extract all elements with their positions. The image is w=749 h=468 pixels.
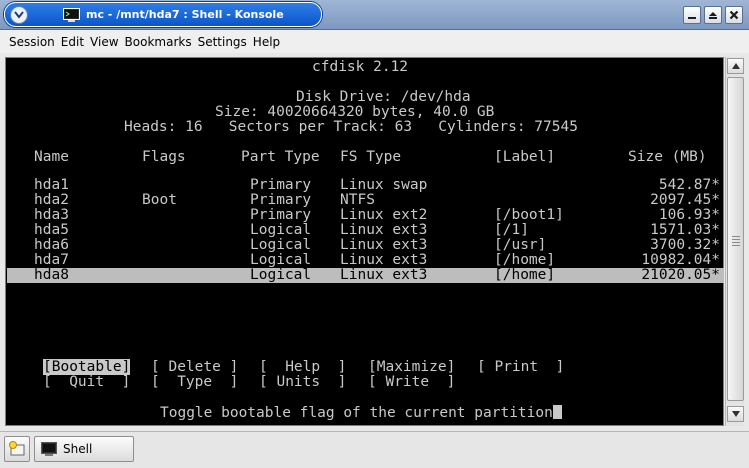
partition-fs-type[interactable]: Linux ext3 bbox=[340, 223, 427, 238]
minimize-icon bbox=[688, 17, 696, 19]
partition-flags[interactable]: Boot bbox=[142, 193, 177, 208]
partition-fs-type[interactable]: NTFS bbox=[340, 193, 375, 208]
window-title: mc - /mnt/hda7 : Shell - Konsole bbox=[86, 8, 284, 21]
partition-fs-type[interactable]: Linux swap bbox=[340, 178, 427, 193]
partition-label[interactable]: [/home] bbox=[494, 253, 555, 268]
window-menu-button[interactable] bbox=[10, 6, 28, 24]
tab-shell[interactable]: Shell bbox=[34, 436, 134, 462]
partition-part-type[interactable]: Logical bbox=[250, 223, 311, 238]
partition-label[interactable]: [/boot1] bbox=[494, 208, 564, 223]
units-button[interactable]: [ Units ] bbox=[259, 375, 346, 390]
help-button[interactable]: [ Help ] bbox=[259, 360, 346, 375]
header-label: [Label] bbox=[494, 149, 556, 165]
partition-part-type[interactable]: Primary bbox=[250, 193, 311, 208]
header-name: Name bbox=[34, 149, 69, 165]
header-size: Size (MB) bbox=[628, 149, 707, 165]
scroll-down-button[interactable] bbox=[727, 406, 744, 422]
partition-label[interactable]: [/usr] bbox=[494, 238, 546, 253]
header-fs-type: FS Type bbox=[340, 149, 402, 165]
partition-fs-type[interactable]: Linux ext3 bbox=[340, 238, 427, 253]
partition-name[interactable]: hda6 bbox=[34, 238, 69, 253]
maximize-icon bbox=[709, 12, 717, 19]
tab-shell-label: Shell bbox=[63, 442, 93, 456]
partition-name[interactable]: hda2 bbox=[34, 193, 69, 208]
text-cursor bbox=[552, 405, 562, 419]
minimize-button[interactable] bbox=[683, 6, 701, 24]
partition-part-type[interactable]: Logical bbox=[250, 238, 311, 253]
partition-size[interactable]: 10982.04* bbox=[641, 253, 720, 268]
partition-part-type[interactable]: Logical bbox=[250, 253, 311, 268]
partition-label[interactable]: [/home] bbox=[494, 268, 555, 283]
scroll-thumb[interactable] bbox=[727, 77, 744, 401]
write-button[interactable]: [ Write ] bbox=[368, 375, 455, 390]
disk-size: Size: 40020664320 bytes, 40.0 GB bbox=[215, 104, 495, 120]
partition-label[interactable]: [/1] bbox=[494, 223, 529, 238]
partition-name[interactable]: hda7 bbox=[34, 253, 69, 268]
close-icon bbox=[729, 10, 739, 20]
quit-button[interactable]: [ Quit ] bbox=[43, 375, 130, 390]
title-pill[interactable]: mc - /mnt/hda7 : Shell - Konsole bbox=[4, 2, 322, 27]
partition-fs-type[interactable]: Linux ext3 bbox=[340, 253, 427, 268]
maximize-button[interactable] bbox=[704, 6, 722, 24]
partition-part-type[interactable]: Primary bbox=[250, 178, 311, 193]
partition-part-type[interactable]: Primary bbox=[250, 208, 311, 223]
cfdisk-title: cfdisk 2.12 bbox=[312, 59, 409, 75]
bootable-button[interactable]: [Bootable] bbox=[43, 359, 131, 375]
close-button[interactable] bbox=[725, 6, 743, 24]
partition-size[interactable]: 1571.03* bbox=[650, 223, 720, 238]
partition-size[interactable]: 21020.05* bbox=[641, 268, 720, 283]
menu-edit[interactable]: Edit bbox=[61, 35, 84, 49]
status-line: Toggle bootable flag of the current part… bbox=[160, 405, 562, 421]
menu-settings[interactable]: Settings bbox=[198, 35, 247, 49]
partition-name[interactable]: hda5 bbox=[34, 223, 69, 238]
partition-part-type[interactable]: Logical bbox=[250, 268, 311, 283]
partition-size[interactable]: 3700.32* bbox=[650, 238, 720, 253]
partition-name[interactable]: hda3 bbox=[34, 208, 69, 223]
delete-button[interactable]: [ Delete ] bbox=[151, 360, 238, 375]
header-part-type: Part Type bbox=[241, 149, 320, 165]
partition-size[interactable]: 542.87* bbox=[659, 178, 720, 193]
arrow-up-icon bbox=[731, 63, 740, 69]
konsole-icon bbox=[63, 8, 80, 22]
tab-bar: Shell bbox=[0, 431, 749, 468]
scroll-up-button[interactable] bbox=[727, 58, 744, 74]
terminal-scrollbar[interactable] bbox=[725, 57, 744, 426]
partition-fs-type[interactable]: Linux ext3 bbox=[340, 268, 427, 283]
arrow-down-icon bbox=[731, 411, 740, 417]
disk-geometry: Heads: 16 Sectors per Track: 63 Cylinder… bbox=[124, 119, 578, 135]
print-button[interactable]: [ Print ] bbox=[477, 360, 564, 375]
menu-view[interactable]: View bbox=[90, 35, 118, 49]
partition-name[interactable]: hda8 bbox=[34, 268, 69, 283]
title-bar[interactable]: mc - /mnt/hda7 : Shell - Konsole bbox=[0, 0, 749, 30]
header-flags: Flags bbox=[142, 149, 186, 165]
partition-name[interactable]: hda1 bbox=[34, 178, 69, 193]
disk-drive: Disk Drive: /dev/hda bbox=[296, 89, 471, 105]
type-button[interactable]: [ Type ] bbox=[151, 375, 238, 390]
partition-fs-type[interactable]: Linux ext2 bbox=[340, 208, 427, 223]
new-session-icon bbox=[9, 441, 25, 456]
menu-help[interactable]: Help bbox=[253, 35, 280, 49]
menu-bookmarks[interactable]: Bookmarks bbox=[125, 35, 192, 49]
chevron-down-icon bbox=[14, 11, 24, 19]
menu-session[interactable]: Session bbox=[9, 35, 55, 49]
partition-size[interactable]: 2097.45* bbox=[650, 193, 720, 208]
menu-bar: Session Edit View Bookmarks Settings Hel… bbox=[0, 30, 749, 53]
terminal-view[interactable]: cfdisk 2.12 Disk Drive: /dev/hda Size: 4… bbox=[5, 57, 724, 426]
maximize-button-tui[interactable]: [Maximize] bbox=[368, 360, 455, 375]
new-session-button[interactable] bbox=[4, 436, 30, 462]
partition-size[interactable]: 106.93* bbox=[659, 208, 720, 223]
terminal-icon bbox=[41, 442, 57, 456]
